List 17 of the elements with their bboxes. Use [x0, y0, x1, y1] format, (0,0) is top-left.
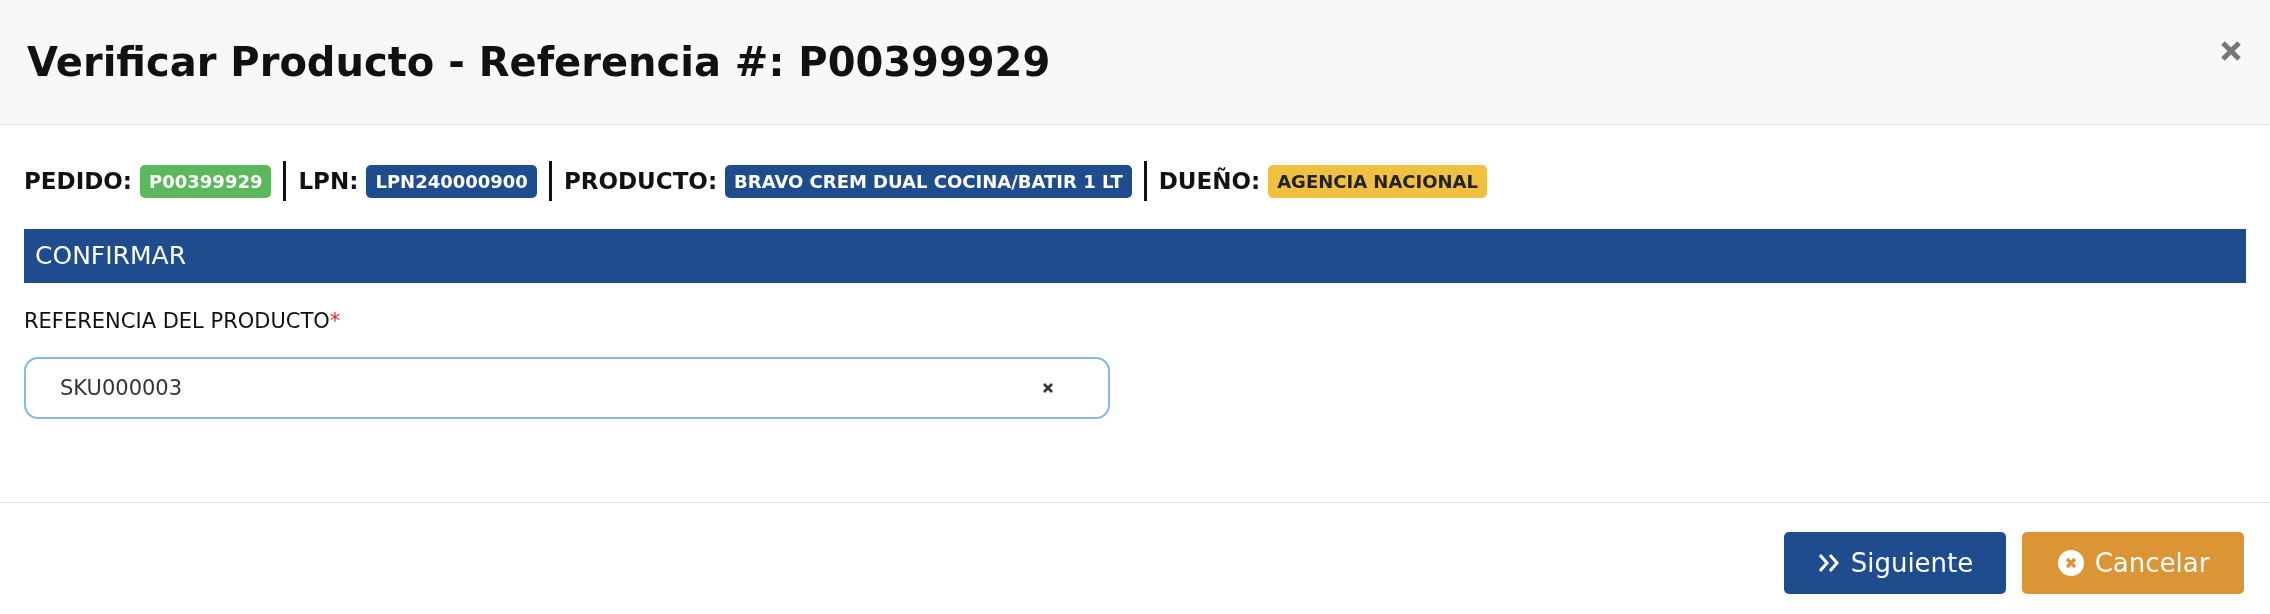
- info-label: DUEÑO:: [1158, 168, 1261, 194]
- info-badge: AGENCIA NACIONAL: [1268, 164, 1487, 198]
- info-label: PRODUCTO:: [563, 168, 718, 194]
- info-badge: BRAVO CREM DUAL COCINA/BATIR 1 LT: [725, 164, 1132, 198]
- dialog-title: Verificar Producto - Referencia #: P00399929: [27, 39, 1051, 85]
- input-field[interactable]: SKU000003: [24, 357, 1110, 419]
- field-label: REFERENCIA DEL PRODUCTO*: [24, 309, 342, 333]
- info-label: LPN:: [298, 168, 359, 194]
- clear-icon[interactable]: [1042, 382, 1054, 394]
- info-badge: LPN240000900: [366, 164, 537, 198]
- section-header: CONFIRMAR: [24, 229, 2246, 283]
- double-chevron-icon: [1816, 552, 1841, 574]
- cancel-circle-icon: [2056, 549, 2085, 577]
- info-label: PEDIDO:: [24, 168, 133, 194]
- close-button[interactable]: [2220, 40, 2242, 62]
- next-button[interactable]: Siguiente: [1784, 532, 2006, 594]
- info-badge: P00399929: [140, 164, 272, 198]
